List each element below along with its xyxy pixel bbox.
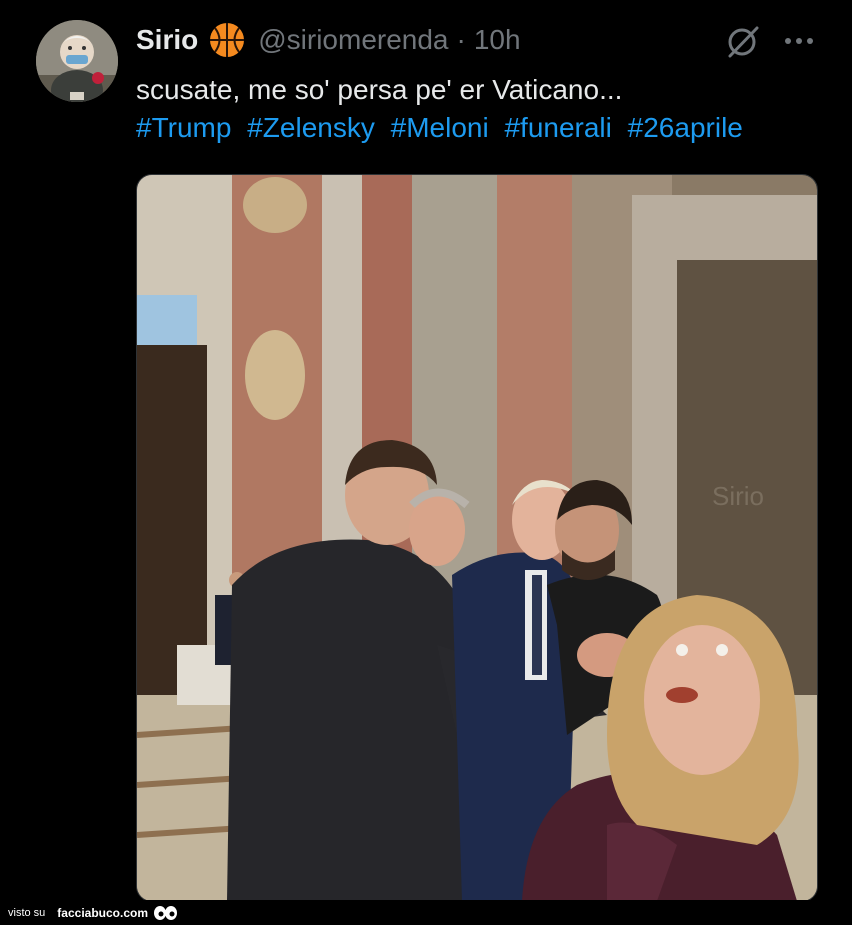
avatar-image [36, 20, 118, 102]
more-icon[interactable] [780, 22, 818, 60]
hashtag-meloni[interactable]: #Meloni [391, 112, 489, 143]
footer-bar: visto su facciabuco.com [0, 900, 852, 925]
brand-name[interactable]: facciabuco.com [57, 906, 148, 920]
media-photo: Sirio [137, 175, 817, 901]
hashtag-zelensky[interactable]: #Zelensky [247, 112, 375, 143]
hashtag-funerali[interactable]: #funerali [504, 112, 611, 143]
author-name[interactable]: Sirio [136, 24, 198, 56]
basketball-icon [210, 23, 245, 57]
author-handle[interactable]: @siriomerenda [258, 24, 448, 56]
facciabuco-logo-icon [154, 905, 177, 920]
tweet-header: Sirio @siriomerenda · 10h [136, 20, 521, 60]
hashtag-list: #Trump #Zelensky #Meloni #funerali #26ap… [136, 108, 751, 148]
tweet-text: scusate, me so' persa pe' er Vaticano... [136, 74, 623, 105]
hashtag-trump[interactable]: #Trump [136, 112, 231, 143]
hashtag-26aprile[interactable]: #26aprile [628, 112, 743, 143]
media-watermark: Sirio [712, 481, 764, 511]
avatar[interactable] [36, 20, 118, 102]
tweet: Sirio @siriomerenda · 10h scusate, me so… [0, 0, 852, 905]
timestamp[interactable]: 10h [474, 24, 521, 56]
separator-dot: · [456, 24, 466, 55]
grok-icon[interactable] [724, 22, 762, 60]
tweet-media[interactable]: Sirio [136, 174, 818, 902]
visto-label: visto su [8, 906, 46, 919]
